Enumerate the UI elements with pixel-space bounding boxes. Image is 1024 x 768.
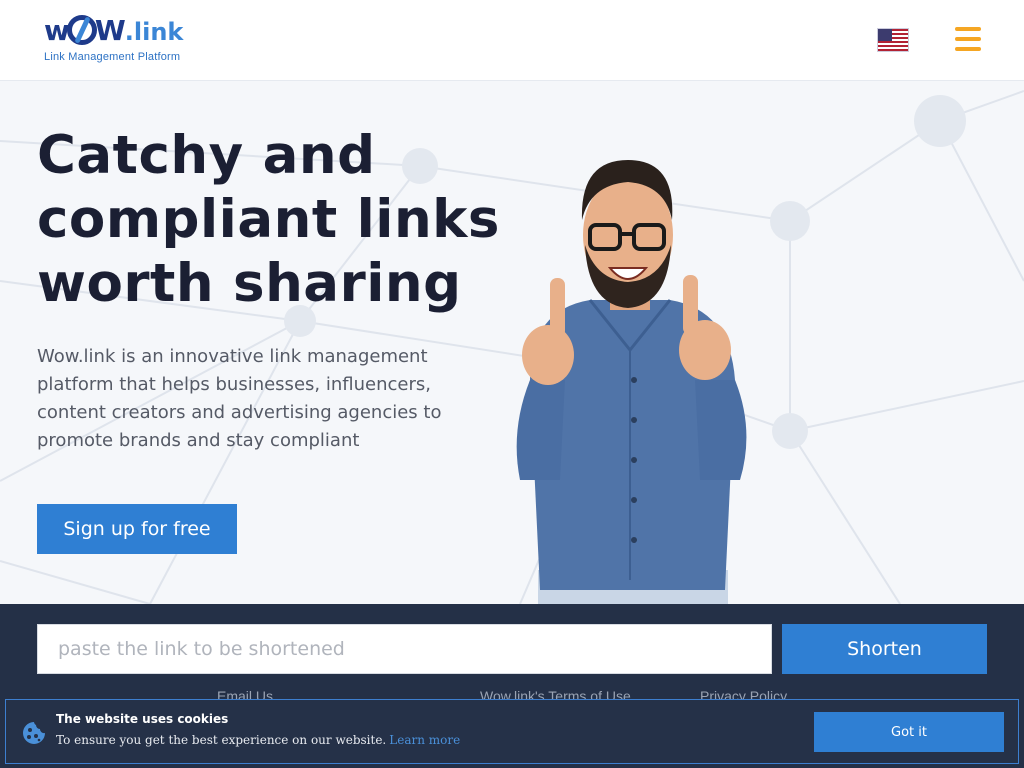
link-input[interactable]	[37, 624, 772, 674]
cookie-icon	[23, 722, 45, 744]
thumbs-up-man-image	[516, 160, 747, 604]
logo-tagline: Link Management Platform	[44, 51, 181, 63]
cookie-banner: The website uses cookies To ensure you g…	[5, 699, 1019, 764]
cookie-message: To ensure you get the best experience on…	[56, 733, 387, 747]
us-flag-icon[interactable]	[877, 28, 909, 52]
hamburger-menu-icon[interactable]	[955, 27, 981, 53]
wowlink-logo[interactable]: w W.link Link Management Platform	[44, 14, 204, 68]
site-header: w W.link Link Management Platform	[0, 0, 1024, 81]
cookie-text: To ensure you get the best experience on…	[56, 733, 460, 747]
hero-description: Wow.link is an innovative link managemen…	[37, 346, 442, 451]
got-it-button[interactable]: Got it	[814, 712, 1004, 752]
cookie-title: The website uses cookies	[56, 712, 229, 726]
learn-more-link[interactable]: Learn more	[389, 733, 460, 747]
signup-button[interactable]: Sign up for free	[37, 504, 237, 554]
hero-headline: Catchy and compliant links worth sharing	[37, 125, 500, 314]
logo-o-icon	[66, 15, 97, 45]
shorten-button[interactable]: Shorten	[782, 624, 987, 674]
logo-wordmark: w W.link	[44, 14, 184, 47]
